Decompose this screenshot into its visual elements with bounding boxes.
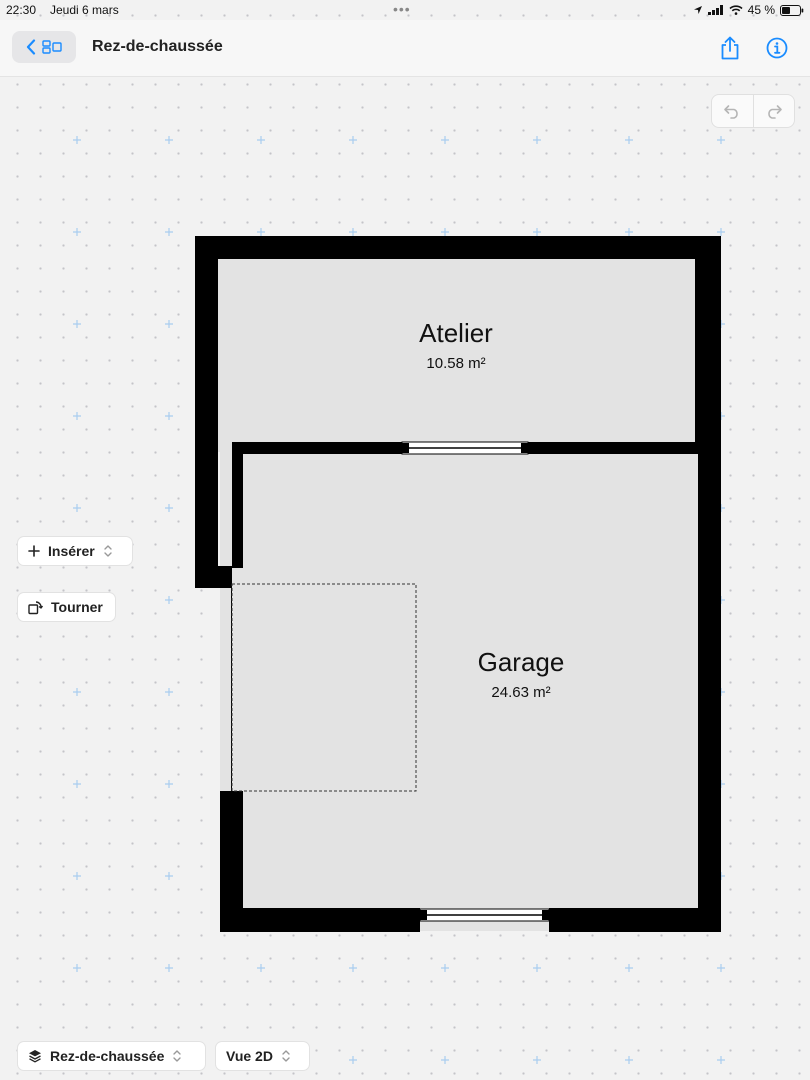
level-label: Rez-de-chaussée xyxy=(50,1048,165,1064)
room-label-garage[interactable]: Garage 24.63 m² xyxy=(441,647,601,701)
wall[interactable] xyxy=(195,236,218,588)
room-name: Atelier xyxy=(419,318,493,348)
chevron-updown-icon xyxy=(282,1050,290,1062)
rotate-button[interactable]: Tourner xyxy=(17,592,116,622)
view-mode-selector[interactable]: Vue 2D xyxy=(215,1041,310,1071)
wall[interactable] xyxy=(220,908,420,932)
wall[interactable] xyxy=(232,442,402,454)
insert-label: Insérer xyxy=(48,543,95,559)
wall[interactable] xyxy=(528,442,721,454)
plus-icon xyxy=(28,545,40,557)
room-label-atelier[interactable]: Atelier 10.58 m² xyxy=(376,318,536,372)
wall[interactable] xyxy=(195,566,232,588)
insert-button[interactable]: Insérer xyxy=(17,536,133,566)
wall[interactable] xyxy=(549,908,721,932)
rotate-label: Tourner xyxy=(51,599,103,615)
wall[interactable] xyxy=(220,791,243,932)
garage-door[interactable] xyxy=(231,583,417,792)
wall[interactable] xyxy=(195,236,721,259)
room-name: Garage xyxy=(477,647,565,677)
room-area: 10.58 m² xyxy=(426,355,486,372)
window-atelier-garage[interactable] xyxy=(401,441,529,455)
chevron-updown-icon xyxy=(173,1050,182,1062)
wall[interactable] xyxy=(698,442,721,932)
view-mode-label: Vue 2D xyxy=(226,1048,273,1064)
window-garage-bottom[interactable] xyxy=(419,908,550,922)
wall[interactable] xyxy=(695,236,721,444)
level-selector[interactable]: Rez-de-chaussée xyxy=(17,1041,206,1071)
rotate-icon xyxy=(28,600,43,614)
chevron-updown-icon xyxy=(104,545,112,557)
wall[interactable] xyxy=(232,442,243,568)
room-area: 24.63 m² xyxy=(491,684,551,701)
layers-icon xyxy=(29,1050,41,1063)
